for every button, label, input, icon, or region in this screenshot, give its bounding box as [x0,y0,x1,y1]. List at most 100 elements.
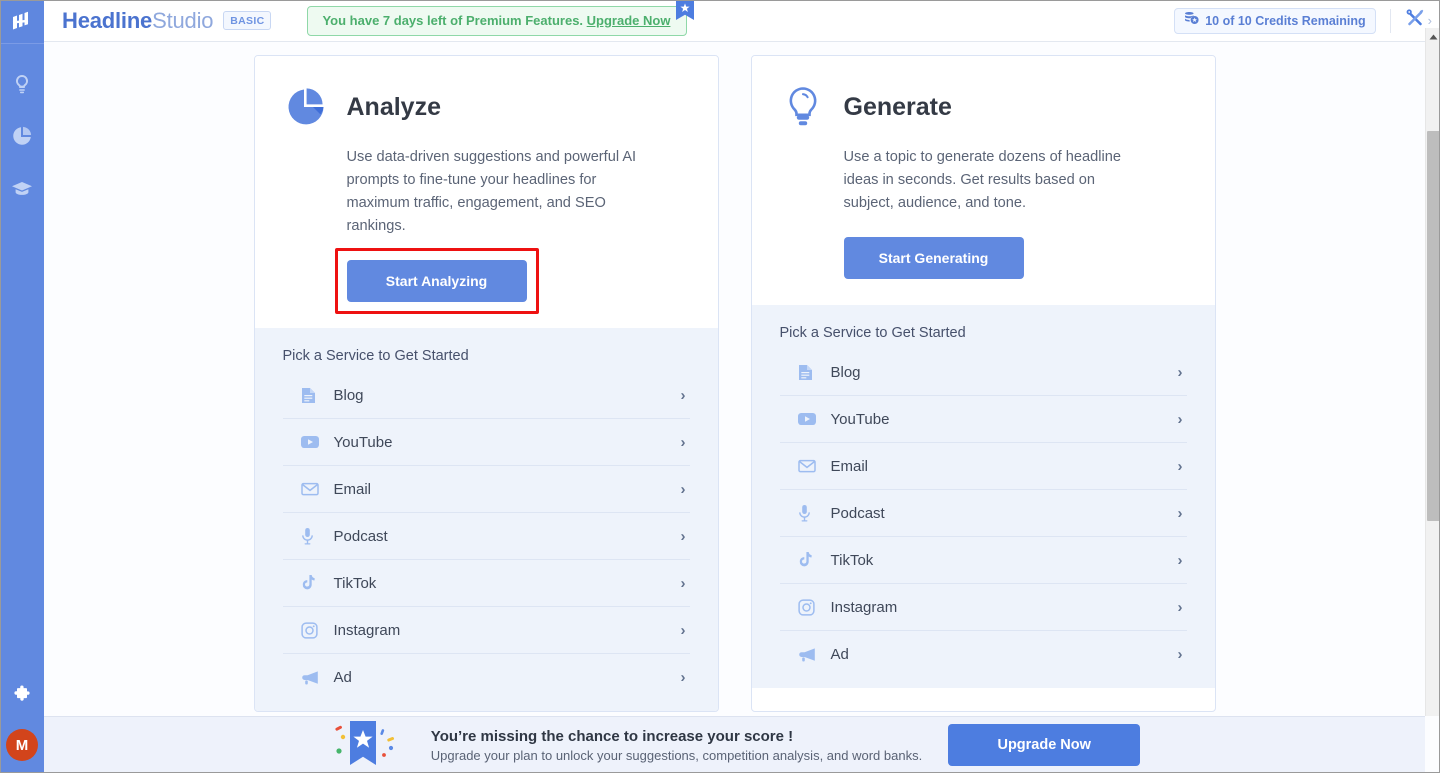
service-label: Podcast [830,504,885,522]
service-label: Email [830,457,869,475]
lightbulb-icon [13,74,31,94]
chevron-right-icon: › [680,574,686,592]
chevron-right-icon: › [1177,646,1183,663]
tiktok-icon [301,574,323,592]
service-item-ad-generate[interactable]: Ad › [780,631,1187,678]
generate-title-row: Generate [780,84,1187,130]
youtube-icon [797,412,820,426]
app-root: M Headline Studio BASIC You have 7 days … [0,0,1440,773]
credits-coin-icon [1184,11,1199,30]
analyze-card-header: Analyze Use data-driven suggestions and … [254,56,718,328]
analyze-section-title: Pick a Service to Get Started [282,348,469,364]
service-label: Blog [333,386,364,404]
service-item-youtube-generate[interactable]: YouTube › [779,396,1187,443]
sidebar-item-extensions[interactable] [0,671,44,723]
service-label: Instagram [333,621,401,639]
header-right-actions: 10 of 10 Credits Remaining › [1174,7,1440,34]
service-label: Email [333,480,372,498]
analyze-card-title: Analyze [346,92,441,121]
app-logo[interactable] [0,0,44,44]
document-icon [798,364,820,381]
premium-trial-message: You have 7 days left of Premium Features… [322,13,587,28]
email-icon [797,459,820,473]
headline-studio-logo-icon [9,9,35,35]
cards-row: Analyze Use data-driven suggestions and … [44,42,1425,712]
document-icon [301,387,323,404]
service-item-email-generate[interactable]: Email › [779,443,1187,490]
service-item-blog-analyze[interactable]: Blog › [282,372,690,419]
upgrade-banner-content: You’re missing the chance to increase yo… [329,718,922,773]
service-label: YouTube [333,433,393,451]
upgrade-now-link[interactable]: Upgrade Now [587,13,671,28]
service-item-instagram-analyze[interactable]: Instagram › [282,607,690,654]
tools-wrench-screwdriver-icon [1405,8,1425,33]
service-item-instagram-generate[interactable]: Instagram › [779,584,1187,631]
chevron-right-icon: › [680,669,686,686]
graduation-cap-icon [11,179,33,197]
service-item-tiktok-generate[interactable]: TikTok › [779,537,1187,584]
service-item-ad-analyze[interactable]: Ad › [283,654,690,701]
premium-trial-banner[interactable]: You have 7 days left of Premium Features… [307,0,695,36]
lightbulb-icon [780,84,826,130]
youtube-icon [300,435,323,449]
vertical-scrollbar[interactable] [1425,28,1440,716]
service-label: Blog [830,363,861,381]
service-item-tiktok-analyze[interactable]: TikTok › [282,560,690,607]
sidebar-bottom: M [0,671,44,773]
analyze-card: Analyze Use data-driven suggestions and … [253,55,719,712]
chevron-right-icon: › [1177,598,1183,616]
bookmark-star-icon [676,0,695,21]
service-item-email-analyze[interactable]: Email › [282,466,690,513]
plan-badge: BASIC [223,11,272,30]
chevron-right-icon: › [680,433,686,451]
chevron-right-icon: › [680,527,686,545]
generate-card-title: Generate [843,92,952,121]
start-generating-wrapper: Start Generating [843,237,1024,279]
top-header: Headline Studio BASIC You have 7 days le… [44,0,1440,42]
chevron-right-icon: › [680,386,686,404]
service-item-youtube-analyze[interactable]: YouTube › [282,419,690,466]
premium-trial-text: You have 7 days left of Premium Features… [322,13,670,28]
upgrade-banner-subtext: Upgrade your plan to unlock your suggest… [430,747,923,763]
scrollbar-thumb[interactable] [1427,131,1440,521]
generate-card-header: Generate Use a topic to generate dozens … [751,56,1215,305]
analyze-services-section: Pick a Service to Get Started Blog › You… [254,328,718,711]
chevron-right-icon: › [1177,457,1183,475]
service-label: TikTok [333,574,377,592]
megaphone-icon [798,647,820,662]
credits-indicator[interactable]: 10 of 10 Credits Remaining [1174,7,1376,34]
megaphone-icon [301,670,323,685]
user-avatar[interactable]: M [6,729,38,761]
upgrade-banner: You’re missing the chance to increase yo… [44,716,1425,773]
chevron-right-icon: › [1177,551,1183,569]
microphone-icon [798,504,820,522]
service-item-podcast-analyze[interactable]: Podcast › [282,513,690,560]
start-analyzing-wrapper: Start Analyzing [334,248,539,314]
chevron-right-icon: › [680,480,686,498]
chevron-right-icon: › [1177,363,1183,381]
scroll-up-arrow[interactable] [1426,28,1440,46]
header-divider [1389,8,1391,33]
sidebar-item-ideas[interactable] [10,72,34,96]
brand-logo[interactable]: Headline Studio BASIC [62,7,272,34]
sidebar-item-learn[interactable] [10,176,34,200]
pie-chart-icon [12,126,32,146]
sidebar-item-analytics[interactable] [10,124,34,148]
start-analyzing-button[interactable]: Start Analyzing [346,260,527,302]
service-label: YouTube [830,410,890,428]
microphone-icon [301,527,323,545]
upgrade-banner-headline: You’re missing the chance to increase yo… [430,727,794,745]
generate-services-section: Pick a Service to Get Started Blog › You… [751,305,1215,688]
upgrade-now-button[interactable]: Upgrade Now [948,724,1141,766]
start-generating-button[interactable]: Start Generating [843,237,1024,279]
service-item-podcast-generate[interactable]: Podcast › [779,490,1187,537]
instagram-icon [300,621,323,639]
brand-name-bold: Headline [62,7,153,33]
analyze-card-description: Use data-driven suggestions and powerful… [346,149,637,234]
upgrade-banner-text: You’re missing the chance to increase yo… [431,728,922,763]
brand-name-light: Studio [152,7,214,33]
service-label: TikTok [830,551,874,569]
chevron-right-icon: › [1177,504,1183,522]
email-icon [300,482,323,496]
service-item-blog-generate[interactable]: Blog › [779,349,1187,396]
